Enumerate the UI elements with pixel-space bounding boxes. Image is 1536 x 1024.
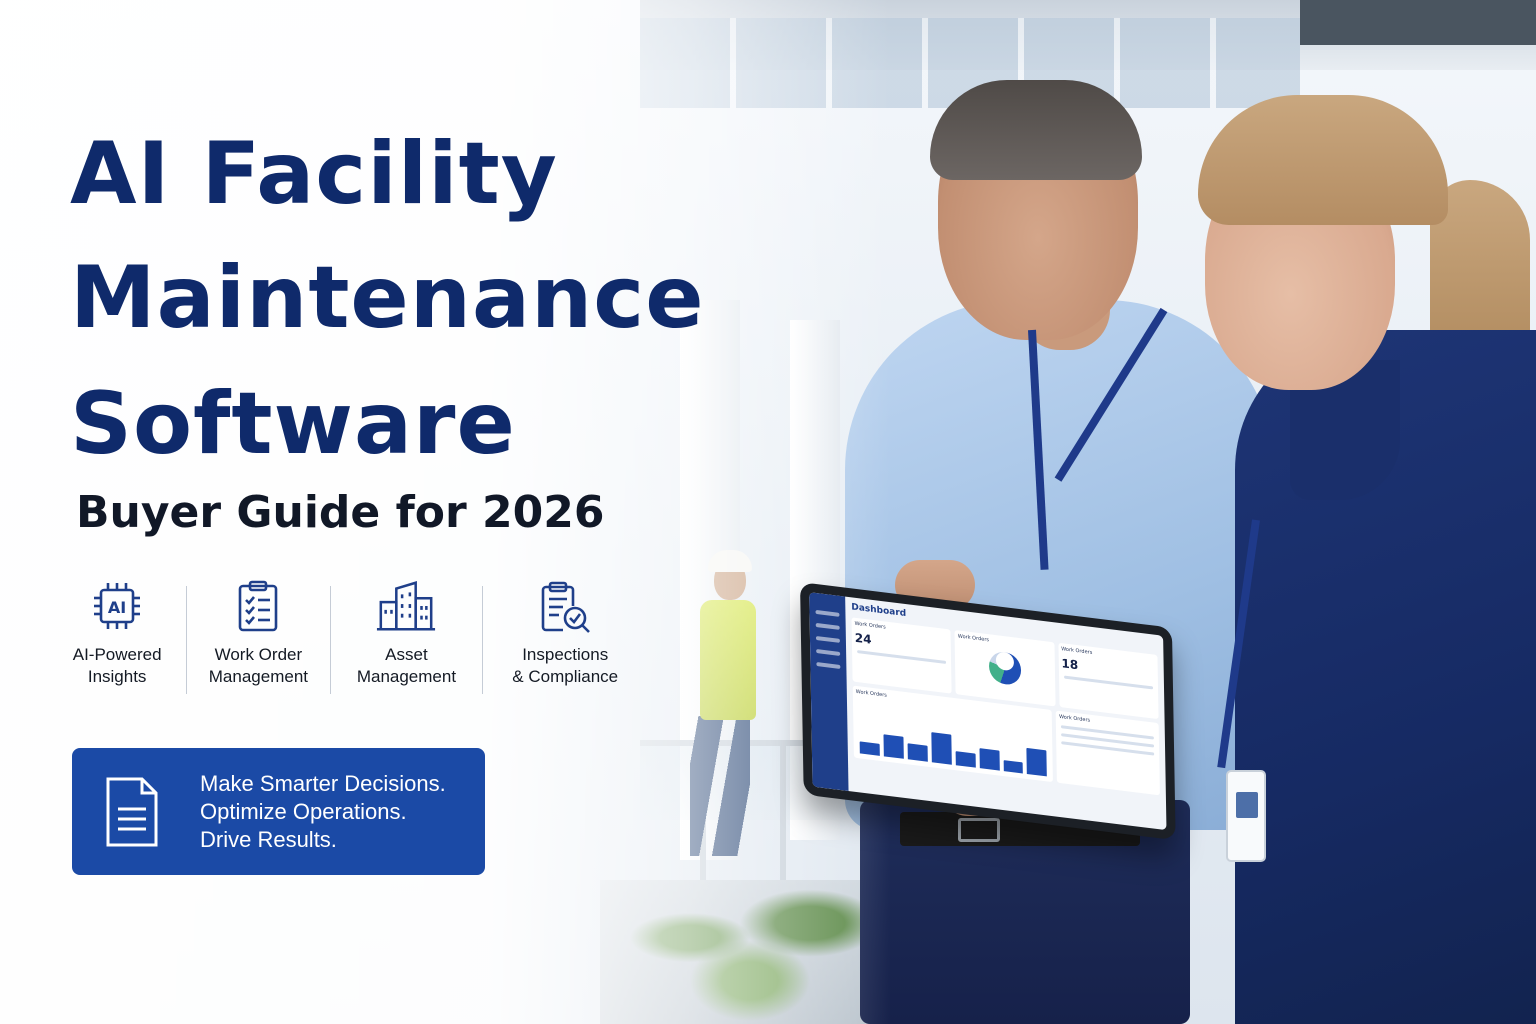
donut-chart	[988, 650, 1022, 687]
buildings-icon	[377, 581, 436, 631]
clipboard-checklist-icon	[239, 580, 278, 632]
svg-text:AI: AI	[108, 598, 126, 617]
tablet-screen: Dashboard Work Orders 24 Work Orders Wor…	[809, 592, 1167, 831]
feature-label: Work Order Management	[209, 644, 308, 688]
cta-line: Drive Results.	[200, 826, 337, 852]
tablet-main: Dashboard Work Orders 24 Work Orders Wor…	[845, 597, 1166, 831]
feature-list: AI AI-Powered Insights Work Order Manage…	[48, 578, 648, 698]
tablet-nav-item	[815, 609, 840, 617]
feature-label-line: Inspections	[522, 645, 609, 664]
tablet-bar	[955, 751, 976, 768]
tablet-card: Work Orders	[954, 630, 1056, 707]
tablet-nav-item	[815, 635, 840, 643]
tablet-card: Work Orders 18	[1058, 642, 1159, 720]
feature-asset-management: Asset Management	[330, 578, 482, 698]
document-icon	[106, 777, 158, 846]
feature-label-line: Management	[356, 667, 457, 686]
feature-inspections: Inspections & Compliance	[482, 578, 648, 698]
tablet-bar	[1026, 747, 1048, 777]
headline-line-1: AI Facility	[70, 124, 558, 224]
feature-label: AI-Powered Insights	[73, 644, 162, 688]
cta-text: Make Smarter Decisions. Optimize Operati…	[200, 770, 446, 854]
feature-label-line: & Compliance	[512, 667, 619, 686]
tablet-bar	[931, 732, 952, 765]
feature-label-line: AI-Powered	[72, 645, 162, 664]
feature-label: Asset Management	[357, 644, 456, 688]
clipboard-search-icon	[541, 581, 591, 633]
feature-label-line: Work Order	[214, 645, 303, 664]
tablet-bar	[979, 748, 1000, 771]
cta-line: Optimize Operations.	[200, 798, 407, 824]
feature-work-orders: Work Order Management	[186, 578, 330, 698]
tablet-card-label: Work Orders	[957, 633, 990, 644]
tablet-bar-chart	[859, 713, 1048, 777]
tablet-bar	[859, 741, 880, 756]
cta-line: Make Smarter Decisions.	[200, 770, 446, 796]
ai-chip-icon: AI	[94, 583, 141, 629]
tablet-card: Work Orders 24	[851, 617, 952, 694]
feature-label: Inspections & Compliance	[512, 644, 618, 688]
tablet-bar	[1003, 759, 1024, 774]
tablet-sidebar	[809, 592, 849, 792]
tablet-nav-item	[816, 662, 841, 669]
tablet-nav-item	[815, 622, 840, 630]
subtitle: Buyer Guide for 2026	[76, 487, 605, 538]
headline-line-3: Software	[70, 374, 516, 474]
headline-line-2: Maintenance	[70, 248, 705, 348]
tablet-bar	[907, 743, 928, 762]
feature-label-line: Management	[208, 667, 308, 686]
feature-label-line: Insights	[87, 667, 147, 686]
tablet-nav-item	[816, 648, 841, 656]
feature-ai-insights: AI AI-Powered Insights	[48, 578, 186, 698]
tablet-bar	[883, 734, 904, 759]
tablet-panel: Work Orders	[1055, 710, 1160, 796]
cta-box: Make Smarter Decisions. Optimize Operati…	[72, 748, 485, 875]
feature-label-line: Asset	[385, 645, 428, 664]
